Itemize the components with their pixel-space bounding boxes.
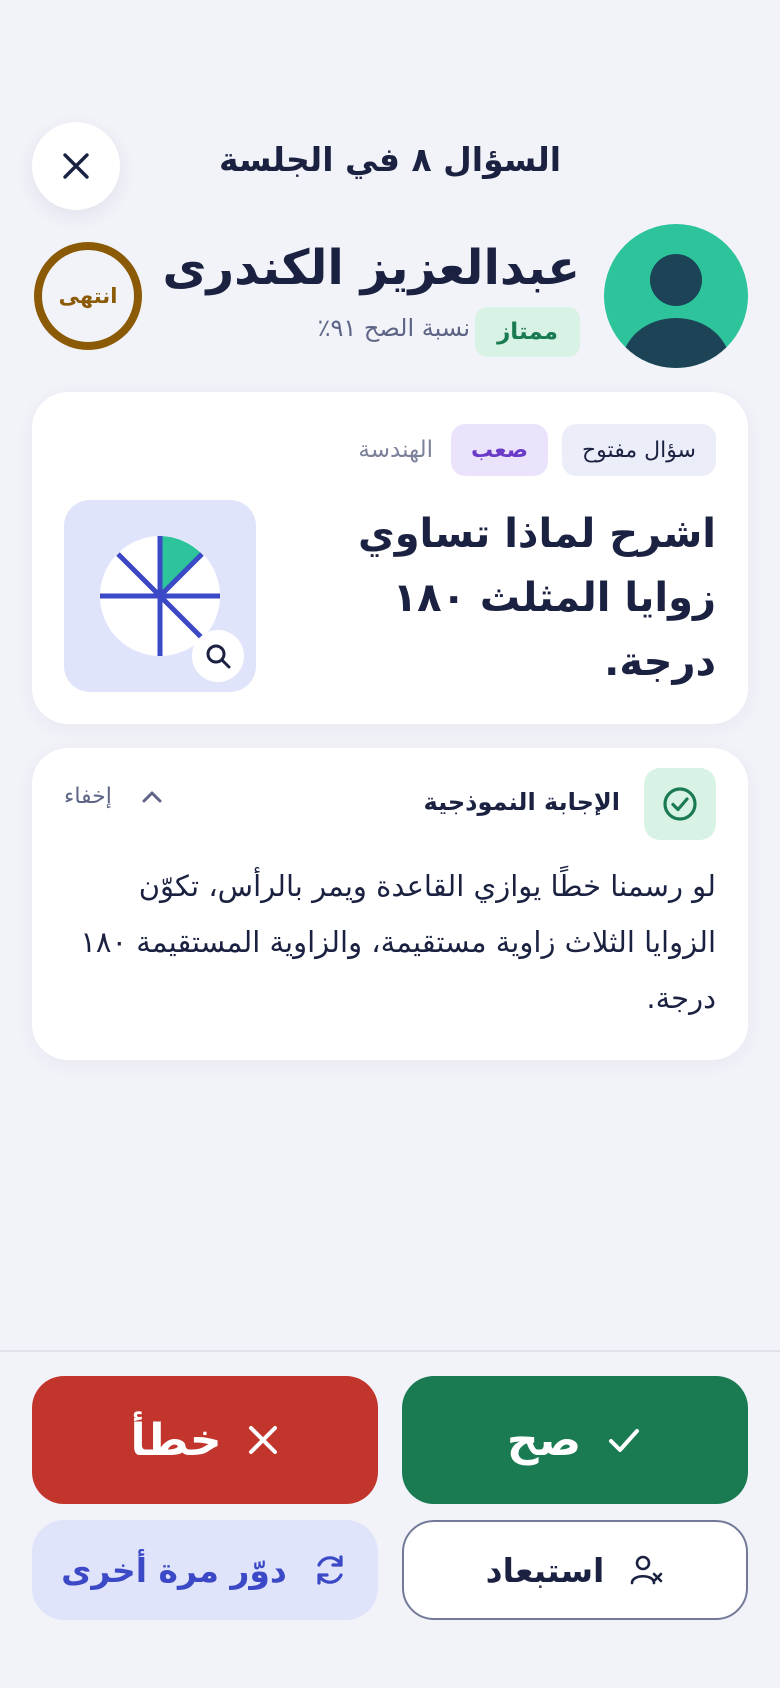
refresh-icon [311,1551,349,1589]
answer-text: لو رسمنا خطًا يوازي القاعدة ويمر بالرأس،… [80,869,716,1015]
chevron-up-icon [142,791,162,802]
close-button[interactable] [32,122,120,210]
accuracy-text: نسبة الصح ٩١٪ [317,314,470,342]
wrong-button[interactable]: خطأ [32,1376,378,1504]
difficulty-chip: صعب [451,424,548,476]
answer-title: الإجابة النموذجية [423,788,620,816]
check-icon [605,1421,643,1459]
hide-answer-toggle[interactable]: إخفاء [64,784,164,809]
question-card: سؤال مفتوح صعب الهندسة اشرح لماذا تساوي … [32,392,748,724]
zoom-icon [206,644,231,669]
student-name: عبدالعزيز الكندرى [162,240,580,296]
student-avatar [604,224,748,368]
session-title: السؤال ٨ في الجلسة [218,140,562,179]
x-icon [246,1423,280,1457]
question-text: اشرح لماذا تساوي زوايا المثلث ١٨٠ درجة. [358,511,716,685]
user-avatar-icon [622,254,730,368]
level-badge: ممتاز [475,307,580,357]
timer-ring: انتهى [34,242,142,350]
spin-again-button[interactable]: دوّر مرة أخرى [32,1520,378,1620]
correct-button[interactable]: صح [402,1376,748,1504]
user-remove-icon [628,1552,664,1588]
wrong-label: خطأ [130,1414,222,1466]
exclude-button[interactable]: استبعاد [402,1520,748,1620]
exclude-label: استبعاد [485,1550,605,1590]
correct-label: صح [506,1414,582,1466]
question-chips: سؤال مفتوح صعب الهندسة [354,424,716,476]
close-icon [63,153,89,179]
subject-label: الهندسة [358,437,434,463]
check-circle-icon [663,787,697,821]
zoom-button[interactable] [192,630,244,682]
bottom-divider [0,1350,780,1352]
answer-check-badge [644,768,716,840]
question-type-chip: سؤال مفتوح [561,424,716,476]
model-answer-card: الإجابة النموذجية إخفاء لو رسمنا خطًا يو… [32,748,748,1060]
timer-label: انتهى [58,284,118,308]
question-image[interactable] [64,500,256,692]
spin-again-label: دوّر مرة أخرى [61,1550,287,1590]
hide-label: إخفاء [64,784,112,809]
